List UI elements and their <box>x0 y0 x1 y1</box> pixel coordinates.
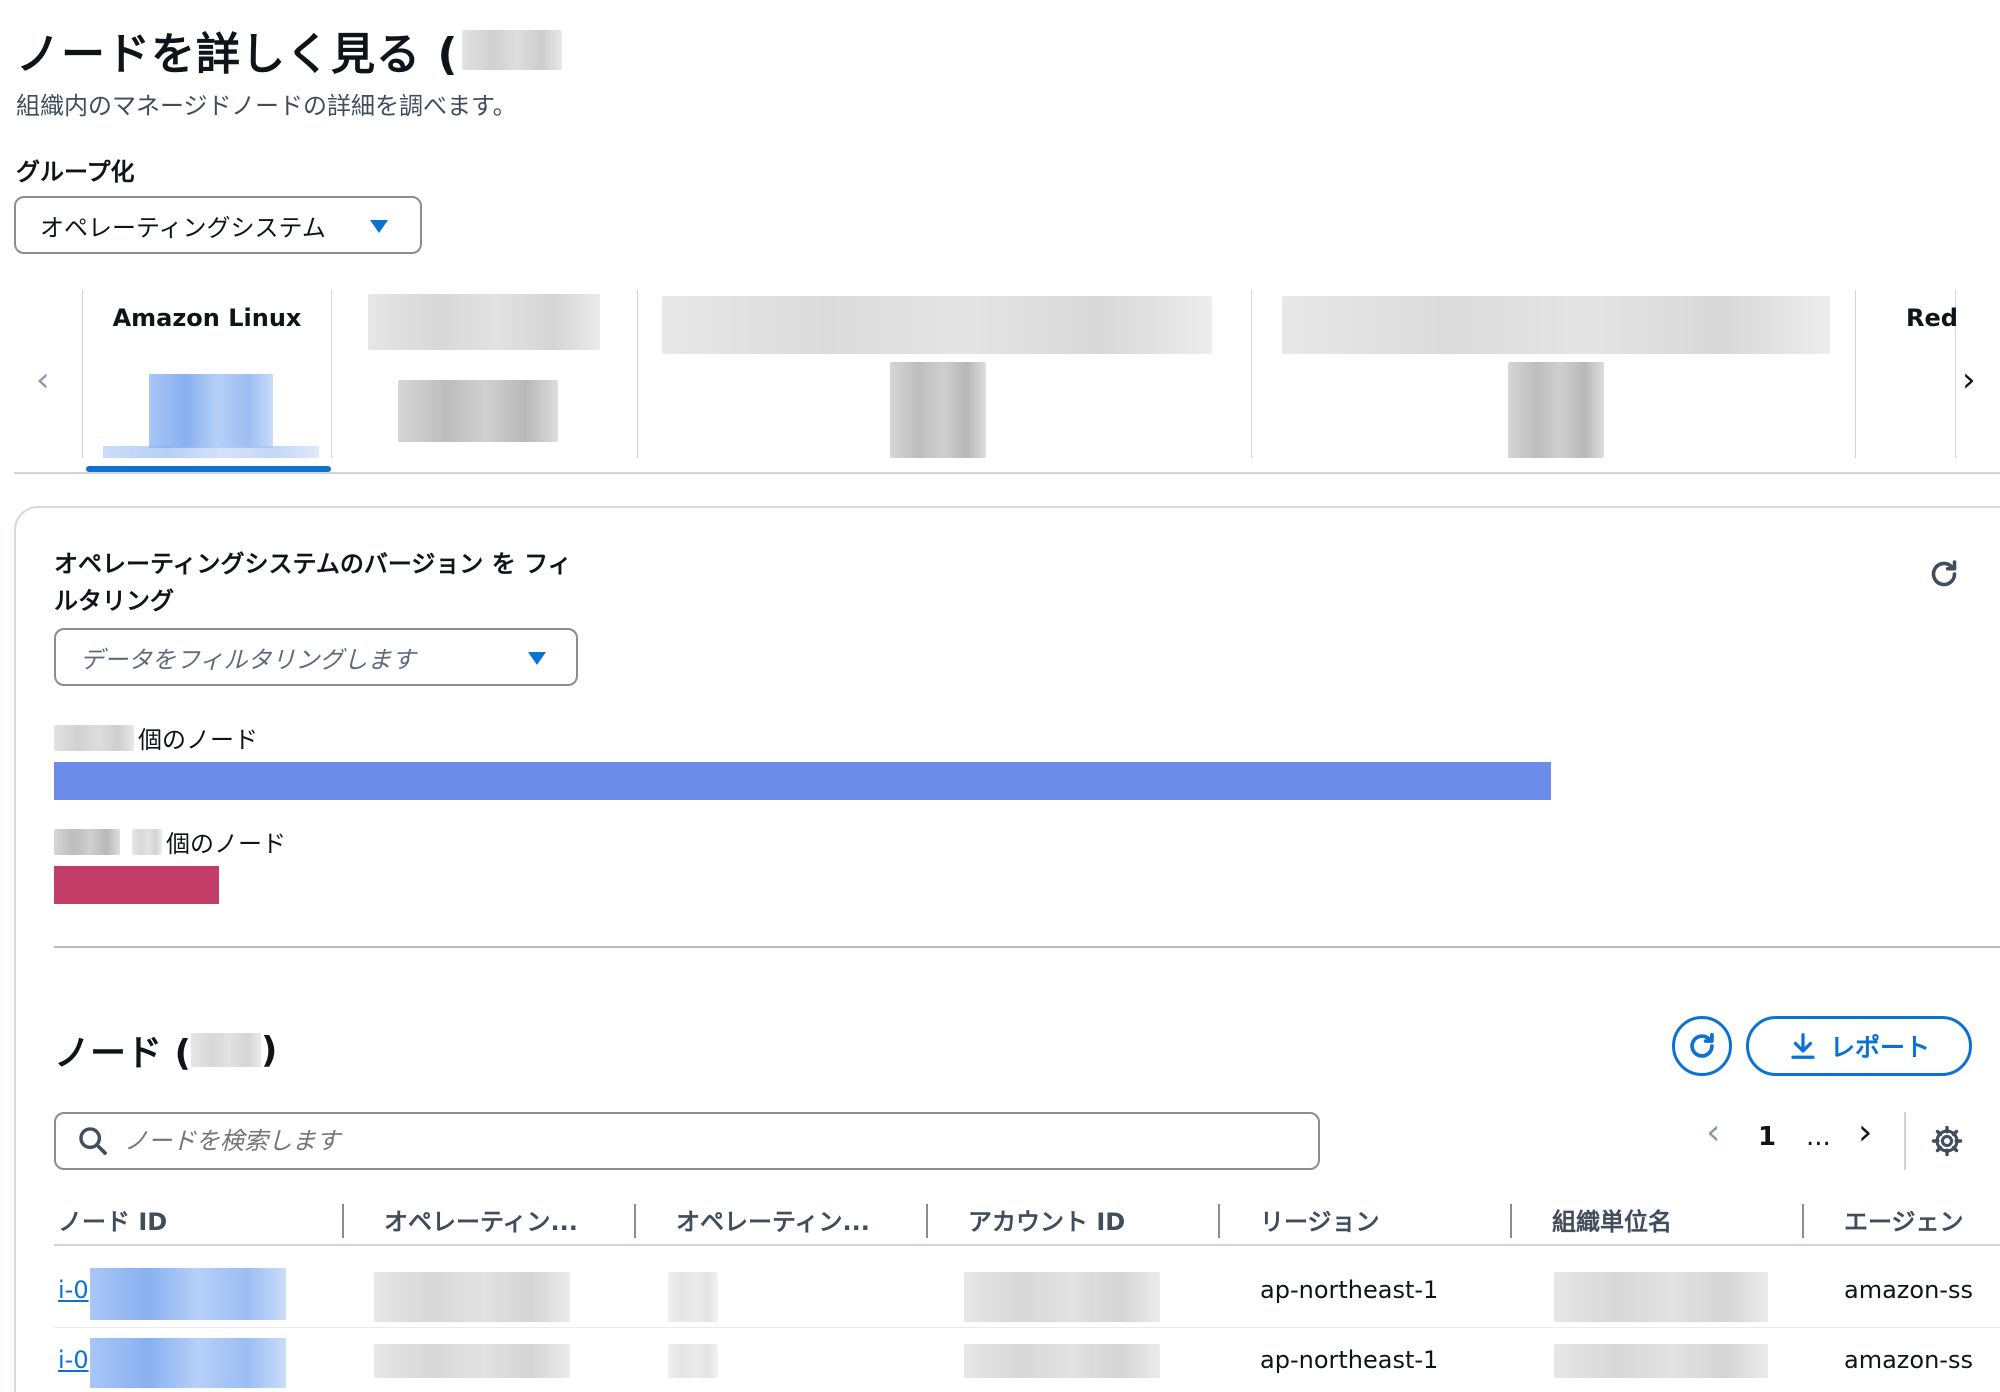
selected-tab-indicator <box>86 466 331 472</box>
chevron-right-icon[interactable]: › <box>1858 1112 1872 1153</box>
page-number-1[interactable]: 1 <box>1758 1122 1776 1152</box>
column-resizer[interactable] <box>926 1204 928 1238</box>
node-count-bar-1 <box>54 762 1551 800</box>
filter-select[interactable]: データをフィルタリングします <box>54 628 578 686</box>
region-cell: ap-northeast-1 <box>1260 1276 1439 1304</box>
download-icon <box>1791 1033 1815 1059</box>
redacted-node-id <box>90 1268 286 1320</box>
redacted-count <box>1508 362 1604 458</box>
grouping-label: グループ化 <box>16 158 135 186</box>
table-row[interactable]: i-0 ap-northeast-1 amazon-ss <box>54 1258 2000 1328</box>
caret-down-icon <box>528 652 546 665</box>
redacted-bar <box>103 446 319 458</box>
redacted-count <box>132 828 162 855</box>
redacted-title <box>1282 296 1830 354</box>
page-subtitle: 組織内のマネージドノードの詳細を調べます。 <box>16 92 517 120</box>
redacted-count <box>398 380 558 442</box>
redacted-count <box>890 362 986 458</box>
section-divider <box>54 946 2000 948</box>
filter-select-placeholder: データをフィルタリングします <box>80 645 416 674</box>
search-input[interactable] <box>124 1127 1274 1155</box>
column-resizer[interactable] <box>342 1204 344 1238</box>
redacted-account-id <box>964 1344 1160 1378</box>
caret-down-icon <box>370 220 388 233</box>
node-search[interactable] <box>54 1112 1320 1170</box>
page-title: ノードを詳しく見る ( <box>16 18 563 82</box>
refresh-nodes-button[interactable] <box>1672 1016 1732 1076</box>
column-header-os-version[interactable]: オペレーティン... <box>676 1202 870 1237</box>
node-id-link[interactable]: i-0 <box>58 1276 89 1304</box>
report-button-label: レポート <box>1829 1033 1930 1062</box>
redacted-ou-name <box>1554 1272 1768 1322</box>
column-header-os-name[interactable]: オペレーティン... <box>384 1202 578 1237</box>
bar-label-1: 個のノード <box>54 720 258 755</box>
column-header-ou-name[interactable]: 組織単位名 <box>1552 1202 1672 1237</box>
page-ellipsis: ... <box>1806 1122 1831 1152</box>
chevron-right-icon[interactable]: › <box>1962 360 1976 400</box>
redacted-count <box>54 724 134 751</box>
agent-cell: amazon-ss <box>1844 1346 1973 1374</box>
region-cell: ap-northeast-1 <box>1260 1346 1439 1374</box>
redacted-ou-name <box>1554 1344 1768 1378</box>
redacted-count <box>149 374 273 448</box>
chevron-left-icon[interactable]: ‹ <box>36 360 50 400</box>
refresh-icon[interactable] <box>1926 556 1962 592</box>
grouping-select-value: オペレーティングシステム <box>40 213 326 242</box>
filter-label: オペレーティングシステムのバージョン を フィルタリング <box>54 550 572 615</box>
column-header-account-id[interactable]: アカウント ID <box>968 1202 1125 1237</box>
agent-cell: amazon-ss <box>1844 1276 1973 1304</box>
column-resizer[interactable] <box>634 1204 636 1238</box>
os-card-title: Red <box>1906 304 1958 332</box>
search-icon <box>79 1127 107 1155</box>
node-id-link[interactable]: i-0 <box>58 1346 89 1374</box>
chevron-left-icon[interactable]: ‹ <box>1706 1112 1720 1153</box>
column-header-region[interactable]: リージョン <box>1260 1202 1380 1237</box>
os-card-amazon-linux[interactable]: Amazon Linux <box>82 290 332 458</box>
os-card-4[interactable] <box>1252 290 1856 458</box>
table-row[interactable]: i-0 ap-northeast-1 amazon-ss <box>54 1328 2000 1392</box>
table-header: ノード ID オペレーティン... オペレーティン... アカウント ID リー… <box>54 1202 2000 1246</box>
refresh-icon <box>1690 1032 1714 1058</box>
redacted-count <box>462 30 563 70</box>
redacted-account-id <box>964 1272 1160 1322</box>
report-download-button[interactable]: レポート <box>1746 1016 1972 1076</box>
redacted-node-id <box>90 1338 286 1388</box>
redacted-os-version <box>668 1344 718 1378</box>
os-card-title: Amazon Linux <box>112 304 302 332</box>
nodes-panel: オペレーティングシステムのバージョン を フィルタリング データをフィルタリング… <box>14 506 2000 1392</box>
os-carousel: ‹ Amazon Linux Red › <box>14 290 2000 474</box>
pager-divider <box>1904 1112 1906 1170</box>
nodes-title: ノード ( ) <box>54 1029 278 1075</box>
os-card-3[interactable] <box>638 290 1252 458</box>
column-resizer[interactable] <box>1218 1204 1220 1238</box>
node-count-bar-2 <box>54 866 219 904</box>
gear-icon[interactable] <box>1930 1124 1964 1158</box>
redacted-title <box>662 296 1212 354</box>
redacted-os-name <box>374 1272 570 1322</box>
os-card-2[interactable] <box>332 290 638 458</box>
os-card-red[interactable]: Red <box>1856 290 1958 458</box>
redacted-os-name <box>374 1344 570 1378</box>
redacted-count <box>191 1033 261 1067</box>
bar-label-2: 個のノード <box>54 824 286 859</box>
grouping-select[interactable]: オペレーティングシステム <box>14 196 422 254</box>
redacted-os-version <box>668 1272 718 1322</box>
redacted-title <box>368 294 600 350</box>
redacted-count <box>54 828 120 855</box>
column-resizer[interactable] <box>1510 1204 1512 1238</box>
column-resizer[interactable] <box>1802 1204 1804 1238</box>
column-header-agent[interactable]: エージェン <box>1844 1202 2000 1237</box>
column-header-node-id[interactable]: ノード ID <box>58 1202 167 1237</box>
